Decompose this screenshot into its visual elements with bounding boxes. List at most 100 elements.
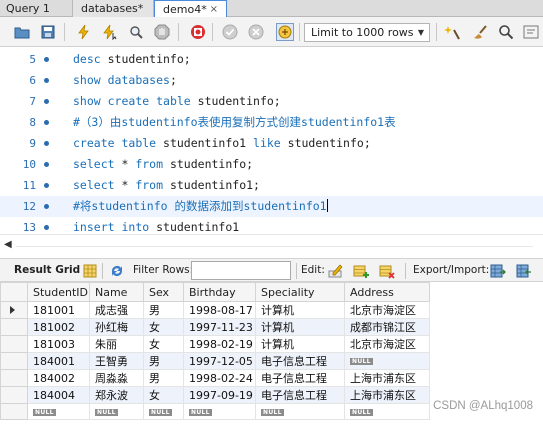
edit-row-icon[interactable] [327,263,343,279]
editor-line[interactable]: 11 select * from studentinfo1; [0,175,543,196]
magnifier-explain-icon[interactable] [128,24,144,40]
cell-studentid[interactable]: NULL [27,403,90,420]
cell-speciality[interactable]: 计算机 [255,301,345,319]
table-row[interactable]: 181001 成志强 男 1998-08-17 计算机 北京市海淀区 [0,301,430,319]
import-icon[interactable] [516,263,532,279]
editor-line[interactable]: 8 #（3）由studentinfo表使用复制方式创建studentinfo1表 [0,112,543,133]
cell-speciality[interactable]: 电子信息工程 [255,369,345,387]
cell-birthday[interactable]: 1998-02-19 [183,335,256,353]
tab-databases[interactable]: databases* [73,0,154,17]
row-selector[interactable] [0,318,28,336]
lightning-execute-icon[interactable] [76,24,92,40]
row-selector[interactable] [0,369,28,387]
cell-name[interactable]: NULL [89,403,144,420]
row-selector[interactable] [0,335,28,353]
cell-studentid[interactable]: 184002 [27,369,90,387]
delete-row-icon[interactable] [379,263,395,279]
close-tab-icon[interactable]: × [210,2,218,18]
editor-line[interactable]: 6 show databases; [0,70,543,91]
editor-line[interactable]: 9 create table studentinfo1 like studenti… [0,133,543,154]
table-row[interactable]: NULL NULL NULL NULL NULL NULL [0,403,430,420]
table-row[interactable]: 181003 朱丽 女 1998-02-19 计算机 北京市海淀区 [0,335,430,353]
column-header-name[interactable]: Name [89,282,144,302]
stop-on-error-icon[interactable] [190,24,206,40]
cell-name[interactable]: 朱丽 [89,335,144,353]
table-row[interactable]: 184004 郑永波 女 1997-09-19 电子信息工程 上海市浦东区 [0,386,430,404]
row-selector[interactable] [0,403,28,420]
cell-address[interactable]: NULL [344,352,430,370]
add-row-icon[interactable] [353,263,369,279]
cell-address[interactable]: 北京市海淀区 [344,301,430,319]
lightning-cursor-icon[interactable] [102,24,118,40]
row-selector[interactable] [0,386,28,404]
editor-line[interactable]: 5 desc studentinfo; [0,49,543,70]
cell-sex[interactable]: 男 [143,301,184,319]
row-selector[interactable] [0,352,28,370]
commit-icon[interactable] [222,24,238,40]
tab-query-1[interactable]: Query 1 [0,0,73,17]
sql-editor[interactable]: 5 desc studentinfo; 6 show databases; 7 show … [0,48,543,234]
limit-rows-select[interactable]: Limit to 1000 rows ▼ [304,23,430,42]
column-header-birthday[interactable]: Birthday [183,282,256,302]
folder-open-icon[interactable] [14,24,30,40]
column-header-studentid[interactable]: StudentID [27,282,90,302]
cell-studentid[interactable]: 184004 [27,386,90,404]
autocommit-toggle-icon[interactable] [276,23,294,41]
cell-studentid[interactable]: 181002 [27,318,90,336]
table-row[interactable]: 184002 周淼淼 男 1998-02-24 电子信息工程 上海市浦东区 [0,369,430,387]
editor-line[interactable]: 7 show create table studentinfo; [0,91,543,112]
refresh-icon[interactable] [109,263,125,279]
cell-birthday[interactable]: 1997-09-19 [183,386,256,404]
cell-name[interactable]: 成志强 [89,301,144,319]
cell-speciality[interactable]: 电子信息工程 [255,386,345,404]
cell-sex[interactable]: 女 [143,386,184,404]
cell-sex[interactable]: NULL [143,403,184,420]
cell-sex[interactable]: 女 [143,318,184,336]
cell-birthday[interactable]: 1997-12-05 [183,352,256,370]
cell-birthday[interactable]: 1997-11-23 [183,318,256,336]
editor-line[interactable]: 10 select * from studentinfo; [0,154,543,175]
result-grid-tab[interactable]: Result Grid [14,259,80,282]
cell-speciality[interactable]: 计算机 [255,318,345,336]
column-header-speciality[interactable]: Speciality [255,282,345,302]
brush-icon[interactable] [472,24,488,40]
cell-speciality[interactable]: 电子信息工程 [255,352,345,370]
cell-name[interactable]: 周淼淼 [89,369,144,387]
cell-sex[interactable]: 男 [143,352,184,370]
cell-studentid[interactable]: 184001 [27,352,90,370]
cell-name[interactable]: 郑永波 [89,386,144,404]
row-selector-header[interactable] [0,282,28,302]
invisible-chars-icon[interactable] [523,24,539,40]
editor-splitter[interactable]: ◀ [0,234,543,258]
find-icon[interactable] [498,24,514,40]
cell-address[interactable]: NULL [344,403,430,420]
cell-address[interactable]: 上海市浦东区 [344,386,430,404]
rollback-icon[interactable] [248,24,264,40]
cell-sex[interactable]: 男 [143,369,184,387]
stop-icon[interactable] [154,24,170,40]
table-row[interactable]: 181002 孙红梅 女 1997-11-23 计算机 成都市锦江区 [0,318,430,336]
cell-address[interactable]: 上海市浦东区 [344,369,430,387]
row-selector[interactable] [0,301,28,319]
column-header-sex[interactable]: Sex [143,282,184,302]
filter-rows-input[interactable] [191,261,291,280]
scroll-left-arrow-icon[interactable]: ◀ [4,239,12,250]
cell-speciality[interactable]: 计算机 [255,335,345,353]
column-header-address[interactable]: Address [344,282,430,302]
horizontal-scrollbar[interactable] [16,246,533,247]
table-row[interactable]: 184001 王智勇 男 1997-12-05 电子信息工程 NULL [0,352,430,370]
cell-name[interactable]: 孙红梅 [89,318,144,336]
cell-speciality[interactable]: NULL [255,403,345,420]
cell-sex[interactable]: 女 [143,335,184,353]
save-icon[interactable] [40,24,56,40]
export-icon[interactable] [490,263,506,279]
result-grid[interactable]: StudentID Name Sex Birthday Speciality A… [0,282,543,425]
grid-view-icon[interactable] [82,263,98,279]
cell-birthday[interactable]: NULL [183,403,256,420]
tab-demo4[interactable]: demo4* × [154,0,227,18]
cell-address[interactable]: 北京市海淀区 [344,335,430,353]
cell-birthday[interactable]: 1998-02-24 [183,369,256,387]
cell-studentid[interactable]: 181003 [27,335,90,353]
cell-studentid[interactable]: 181001 [27,301,90,319]
beautify-icon[interactable] [444,24,460,40]
